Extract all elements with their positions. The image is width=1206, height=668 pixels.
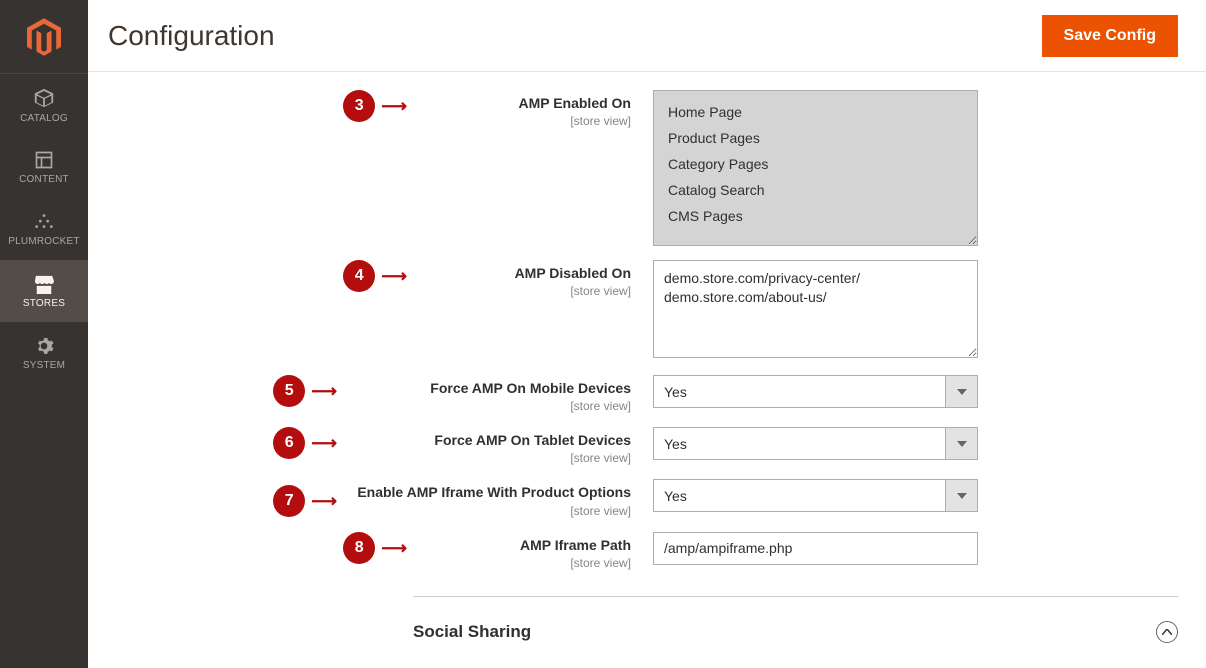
annotation-badge-6: 6 [273,427,305,459]
enable-iframe-select[interactable]: Yes [653,479,978,512]
save-config-button[interactable]: Save Config [1042,15,1178,57]
field-label: AMP Iframe Path [520,537,631,553]
select-value: Yes [653,375,945,408]
multiselect-option[interactable]: Product Pages [654,125,977,151]
magento-logo[interactable] [0,0,88,74]
arrow-right-icon: ⟶ [381,260,405,292]
arrow-right-icon: ⟶ [311,427,335,459]
sidebar-item-content[interactable]: CONTENT [0,136,88,198]
arrow-right-icon: ⟶ [381,532,405,564]
page-title: Configuration [108,20,1042,52]
annotation-badge-5: 5 [273,375,305,407]
select-value: Yes [653,479,945,512]
force-tablet-select[interactable]: Yes [653,427,978,460]
magento-logo-icon [27,18,61,56]
sidebar-item-label: SYSTEM [23,360,65,371]
row-amp-iframe-path: 8 ⟶ AMP Iframe Path [store view] [108,532,1178,570]
row-enable-amp-iframe: 7 ⟶ Enable AMP Iframe With Product Optio… [108,479,1178,517]
row-amp-disabled-on: 4 ⟶ AMP Disabled On [store view] [108,260,1178,361]
multiselect-option[interactable]: Catalog Search [654,177,977,203]
amp-enabled-multiselect[interactable]: Home Page Product Pages Category Pages C… [653,90,978,246]
row-amp-enabled-on: 3 ⟶ AMP Enabled On [store view] Home Pag… [108,90,1178,246]
section-social-sharing[interactable]: Social Sharing [413,596,1178,643]
field-label: Force AMP On Tablet Devices [434,432,631,448]
arrow-right-icon: ⟶ [311,485,335,517]
annotation-badge-4: 4 [343,260,375,292]
chevron-down-icon [945,427,978,460]
store-icon [33,274,55,294]
annotation-badge-3: 3 [343,90,375,122]
sidebar-item-plumrocket[interactable]: PLUMROCKET [0,198,88,260]
field-label: AMP Disabled On [515,265,631,281]
row-force-amp-mobile: 5 ⟶ Force AMP On Mobile Devices [store v… [108,375,1178,413]
field-scope: [store view] [413,556,631,570]
sidebar-item-label: PLUMROCKET [8,236,79,247]
admin-sidebar: CATALOG CONTENT PLUMROCKET STORES SYSTEM [0,0,88,668]
page-header: Configuration Save Config [88,0,1206,72]
sidebar-item-stores[interactable]: STORES [0,260,88,322]
field-label: Enable AMP Iframe With Product Options [357,484,631,500]
field-label: AMP Enabled On [518,95,631,111]
field-label: Force AMP On Mobile Devices [430,380,631,396]
arrow-right-icon: ⟶ [381,90,405,122]
multiselect-option[interactable]: CMS Pages [654,203,977,229]
chevron-up-icon[interactable] [1156,621,1178,643]
field-scope: [store view] [413,284,631,298]
amp-disabled-textarea[interactable] [653,260,978,358]
layout-icon [34,150,54,170]
multiselect-option[interactable]: Home Page [654,99,977,125]
section-title: Social Sharing [413,622,1156,642]
main-panel: Configuration Save Config 3 ⟶ AMP Enable… [88,0,1206,668]
iframe-path-input[interactable] [653,532,978,565]
field-scope: [store view] [413,114,631,128]
arrow-right-icon: ⟶ [311,375,335,407]
cube-icon [33,87,55,109]
sidebar-item-label: STORES [23,298,65,309]
chevron-down-icon [945,479,978,512]
sidebar-item-label: CATALOG [20,113,68,124]
multiselect-option[interactable]: Category Pages [654,151,977,177]
force-mobile-select[interactable]: Yes [653,375,978,408]
sidebar-item-catalog[interactable]: CATALOG [0,74,88,136]
triangle-dots-icon [33,212,55,232]
chevron-down-icon [945,375,978,408]
field-scope: [store view] [343,451,631,465]
select-value: Yes [653,427,945,460]
config-form: 3 ⟶ AMP Enabled On [store view] Home Pag… [88,72,1206,643]
field-scope: [store view] [343,399,631,413]
annotation-badge-8: 8 [343,532,375,564]
sidebar-item-label: CONTENT [19,174,69,185]
sidebar-item-system[interactable]: SYSTEM [0,322,88,384]
field-scope: [store view] [343,504,631,518]
annotation-badge-7: 7 [273,485,305,517]
row-force-amp-tablet: 6 ⟶ Force AMP On Tablet Devices [store v… [108,427,1178,465]
gear-icon [34,336,54,356]
